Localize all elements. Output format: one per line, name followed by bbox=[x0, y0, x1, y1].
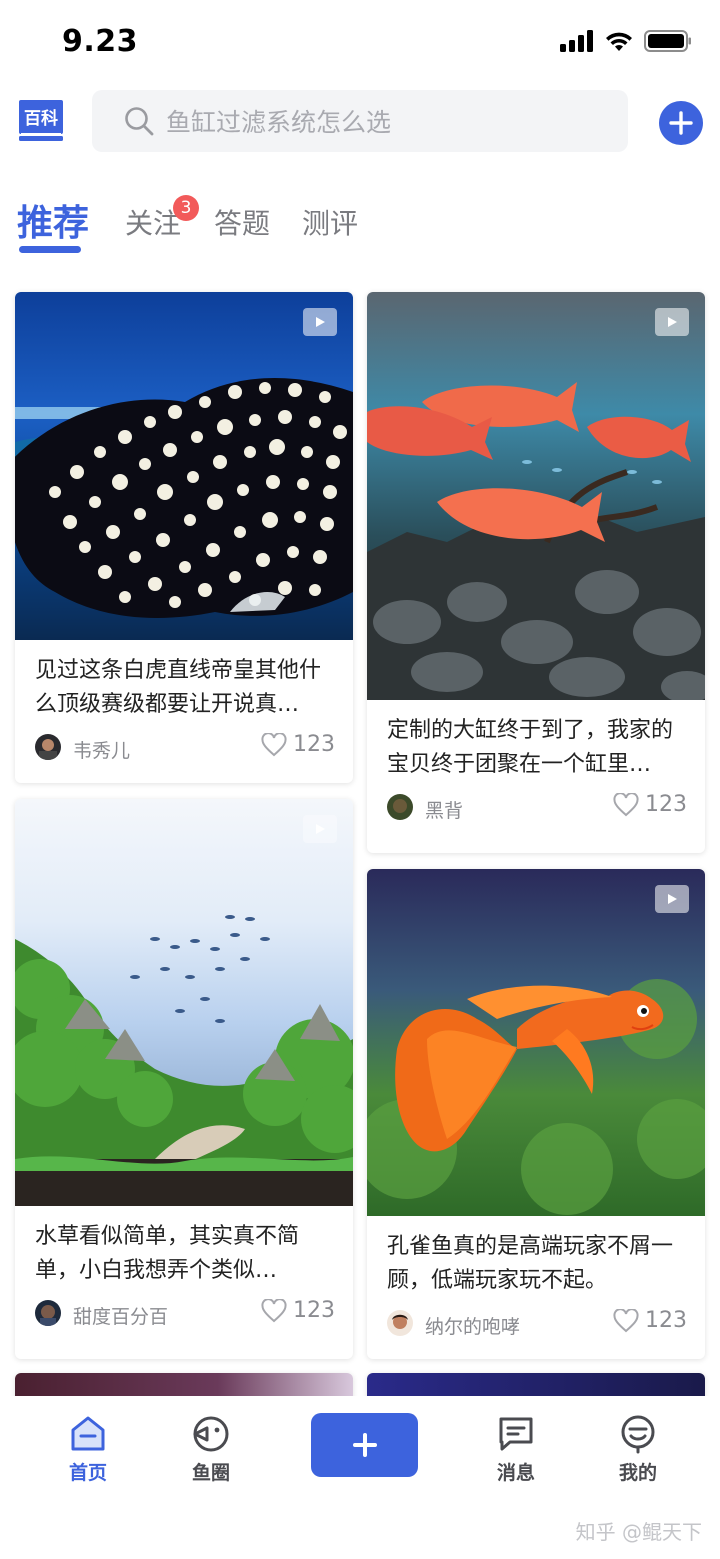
search-bar[interactable]: 鱼缸过滤系统怎么选 bbox=[92, 90, 628, 152]
play-icon bbox=[668, 317, 677, 327]
card-image bbox=[15, 799, 353, 1206]
card-image bbox=[367, 292, 705, 700]
nav-home[interactable]: 首页 bbox=[48, 1414, 128, 1485]
video-badge bbox=[655, 308, 689, 336]
wifi-icon bbox=[606, 32, 632, 51]
heart-icon bbox=[261, 1298, 287, 1322]
video-badge bbox=[303, 815, 337, 843]
logo-text: 百科 bbox=[24, 109, 58, 129]
post-button[interactable] bbox=[311, 1413, 418, 1477]
like-button[interactable]: 123 bbox=[261, 1298, 335, 1323]
watermark: 知乎 @鲲天下 bbox=[575, 1520, 702, 1544]
follow-count-badge: 3 bbox=[173, 195, 199, 221]
battery-icon bbox=[644, 30, 691, 52]
tab-answer[interactable]: 答题 bbox=[214, 202, 270, 242]
header: 百科 鱼缸过滤系统怎么选 bbox=[0, 88, 720, 158]
arowana-tank-image bbox=[367, 292, 705, 700]
play-icon bbox=[316, 317, 325, 327]
heart-icon bbox=[613, 792, 639, 816]
card-title: 定制的大缸终于到了，我家的宝贝终于团聚在一个缸里… bbox=[387, 718, 674, 777]
heart-icon bbox=[261, 732, 287, 756]
like-count: 123 bbox=[645, 1308, 687, 1333]
bottom-nav: 首页 鱼圈 消息 我的 知乎 @鲲天下 bbox=[0, 1396, 720, 1559]
card-title: 孔雀鱼真的是高端玩家不屑一顾，低端玩家玩不起。 bbox=[387, 1234, 674, 1293]
tab-recommend[interactable]: 推荐 bbox=[17, 194, 89, 246]
baike-logo[interactable]: 百科 bbox=[18, 98, 64, 144]
nav-label: 首页 bbox=[68, 1462, 107, 1484]
heart-icon bbox=[613, 1308, 639, 1332]
stingray-image bbox=[15, 292, 353, 640]
avatar[interactable] bbox=[35, 734, 61, 760]
card-title: 见过这条白虎直线帝皇其他什么顶级赛级都要让开说真… bbox=[35, 658, 322, 717]
feed-card[interactable]: 水草看似简单，其实真不简单，小白我想弄个类似… 甜度百分百 123 bbox=[15, 799, 353, 1359]
card-footer: 甜度百分百 123 bbox=[15, 1294, 353, 1346]
plus-icon bbox=[669, 111, 693, 135]
like-button[interactable]: 123 bbox=[261, 732, 335, 757]
avatar[interactable] bbox=[387, 794, 413, 820]
feed-card[interactable]: 孔雀鱼真的是高端玩家不屑一顾，低端玩家玩不起。 纳尔的咆哮 123 bbox=[367, 869, 705, 1359]
like-button[interactable]: 123 bbox=[613, 792, 687, 817]
search-icon bbox=[125, 107, 154, 136]
plus-icon bbox=[352, 1433, 377, 1457]
aquascape-image bbox=[15, 799, 353, 1206]
like-count: 123 bbox=[293, 1298, 335, 1323]
add-button[interactable] bbox=[659, 101, 703, 145]
status-icons bbox=[560, 30, 692, 52]
avatar[interactable] bbox=[387, 1310, 413, 1336]
author-name[interactable]: 黑背 bbox=[425, 796, 463, 823]
author-name[interactable]: 甜度百分百 bbox=[73, 1302, 168, 1329]
card-footer: 纳尔的咆哮 123 bbox=[367, 1304, 705, 1356]
nav-label: 我的 bbox=[618, 1462, 657, 1484]
status-bar: 9.23 bbox=[0, 0, 720, 88]
video-badge bbox=[303, 308, 337, 336]
avatar-image bbox=[387, 794, 413, 820]
nav-messages[interactable]: 消息 bbox=[476, 1414, 556, 1485]
play-icon bbox=[316, 824, 325, 834]
feed-card[interactable]: 见过这条白虎直线帝皇其他什么顶级赛级都要让开说真… 韦秀儿 123 bbox=[15, 292, 353, 783]
profile-icon bbox=[621, 1415, 655, 1454]
author-name[interactable]: 纳尔的咆哮 bbox=[425, 1312, 520, 1339]
avatar-image bbox=[35, 734, 61, 760]
nav-label: 消息 bbox=[496, 1462, 535, 1484]
guppy-image bbox=[367, 869, 705, 1216]
category-tabs: 推荐 关注 3 答题 测评 bbox=[0, 190, 720, 260]
nav-label: 鱼圈 bbox=[191, 1462, 230, 1484]
nav-fish-circle[interactable]: 鱼圈 bbox=[171, 1414, 251, 1485]
status-time: 9.23 bbox=[62, 24, 139, 59]
card-footer: 韦秀儿 123 bbox=[15, 728, 353, 780]
card-image bbox=[367, 869, 705, 1216]
card-title: 水草看似简单，其实真不简单，小白我想弄个类似… bbox=[35, 1224, 300, 1283]
avatar-image bbox=[35, 1300, 61, 1326]
author-name[interactable]: 韦秀儿 bbox=[73, 736, 130, 763]
like-count: 123 bbox=[293, 732, 335, 757]
avatar-image bbox=[387, 1310, 413, 1336]
nav-profile[interactable]: 我的 bbox=[598, 1414, 678, 1485]
tab-review[interactable]: 测评 bbox=[302, 202, 358, 242]
avatar[interactable] bbox=[35, 1300, 61, 1326]
video-badge bbox=[655, 885, 689, 913]
home-icon bbox=[71, 1416, 105, 1451]
like-count: 123 bbox=[645, 792, 687, 817]
play-icon bbox=[668, 894, 677, 904]
card-footer: 黑背 123 bbox=[367, 788, 705, 840]
message-icon bbox=[499, 1417, 533, 1451]
signal-icon bbox=[560, 30, 593, 52]
like-button[interactable]: 123 bbox=[613, 1308, 687, 1333]
feed-card[interactable]: 定制的大缸终于到了，我家的宝贝终于团聚在一个缸里… 黑背 123 bbox=[367, 292, 705, 853]
active-tab-indicator bbox=[19, 246, 81, 253]
search-placeholder: 鱼缸过滤系统怎么选 bbox=[166, 108, 392, 137]
card-image bbox=[15, 292, 353, 640]
fish-circle-icon bbox=[193, 1416, 229, 1452]
